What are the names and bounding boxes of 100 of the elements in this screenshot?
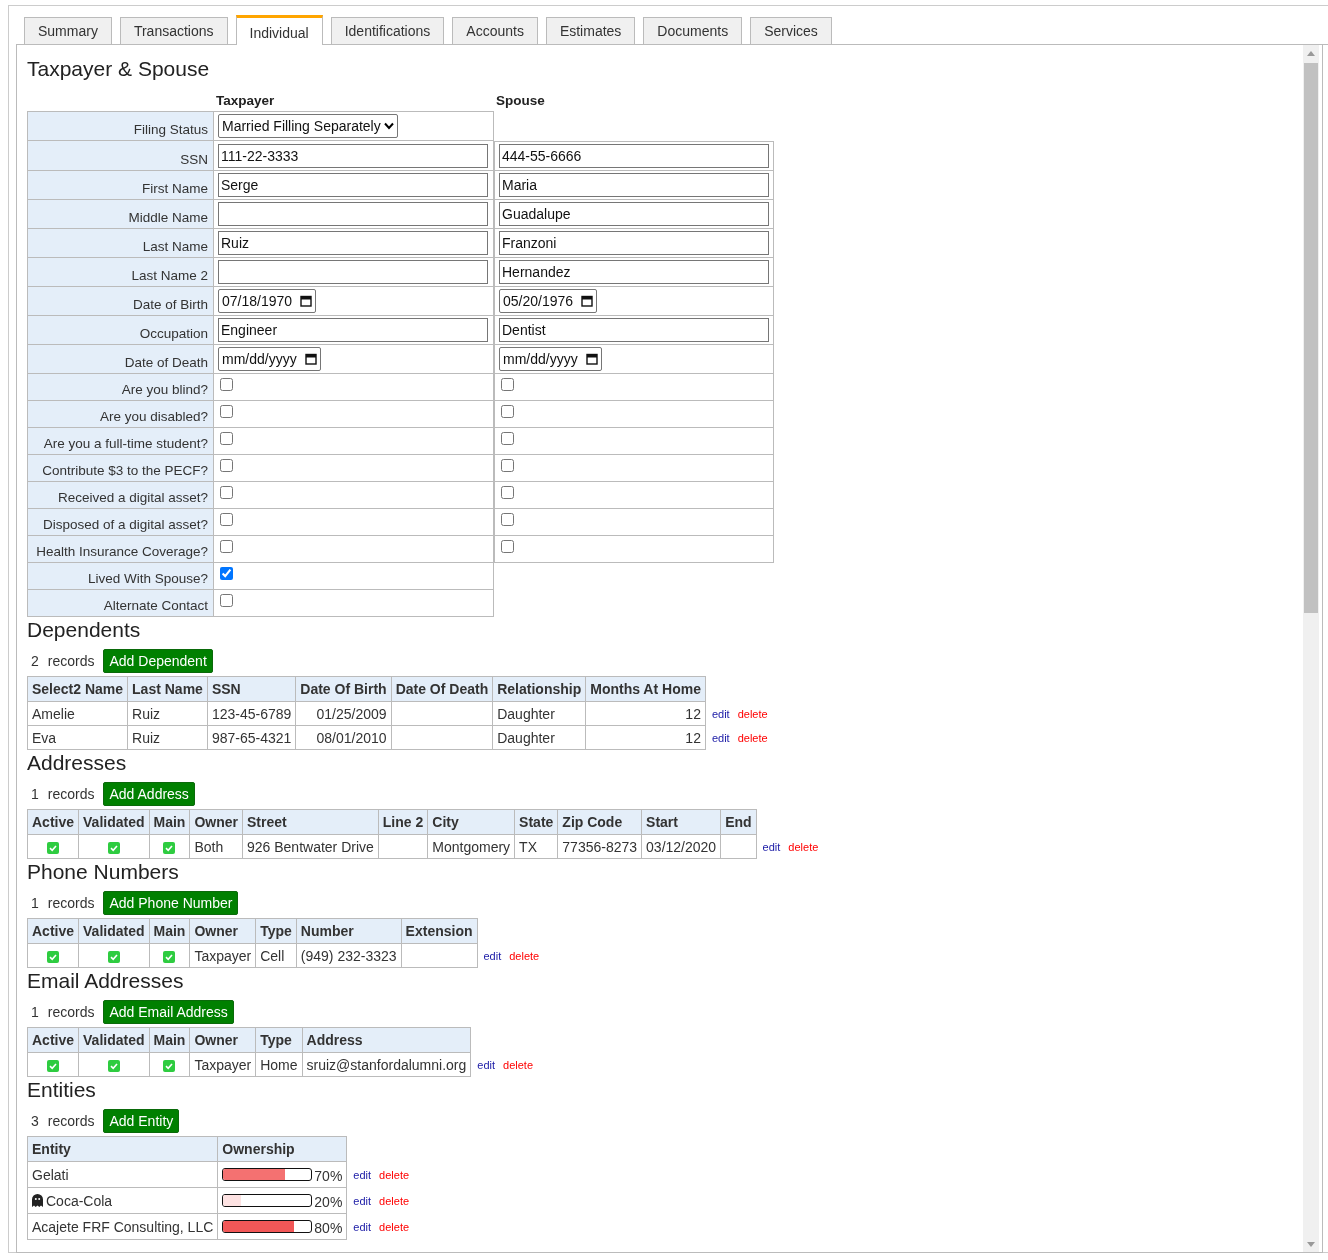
tab[interactable]: Services [750,17,832,44]
text-field[interactable]: Maria [499,173,769,197]
edit-link[interactable]: edit [711,732,730,744]
delete-link[interactable]: delete [509,950,540,962]
add-button[interactable]: Add Email Address [103,1000,234,1024]
text-field[interactable]: Franzoni [499,231,769,255]
tab[interactable]: Individual [235,15,323,45]
date-field[interactable]: 05/20/1976 [499,289,598,313]
field-label: Occupation [27,316,214,345]
tab[interactable]: Documents [643,17,743,44]
add-button[interactable]: Add Phone Number [103,891,239,915]
add-button[interactable]: Add Entity [103,1109,180,1133]
tab[interactable]: Estimates [545,17,636,44]
text-field[interactable]: Guadalupe [499,202,769,226]
edit-link[interactable]: edit [483,950,502,962]
calendar-icon[interactable] [585,353,598,365]
text-field[interactable] [218,260,488,284]
column-header: Type [255,1027,303,1053]
checkbox[interactable] [220,540,233,553]
text-field[interactable]: Ruiz [218,231,488,255]
table-cell: 12 [585,725,706,750]
text-field[interactable]: Dentist [499,318,769,342]
table-cell: Gelati [27,1161,218,1188]
column-header: Spouse [495,93,546,110]
column-header: Active [27,918,79,944]
checkbox[interactable] [501,486,514,499]
edit-link[interactable]: edit [762,841,781,853]
checkbox[interactable] [220,567,233,580]
edit-link[interactable]: edit [353,1221,372,1233]
column-header: Owner [189,809,243,835]
edit-link[interactable]: edit [353,1195,372,1207]
checkbox[interactable] [501,513,514,526]
checkbox[interactable] [220,486,233,499]
column-header: Select2 Name [27,676,128,702]
checkbox[interactable] [220,405,233,418]
edit-link[interactable]: edit [477,1059,496,1071]
text-field[interactable]: Engineer [218,318,488,342]
checkbox[interactable] [220,432,233,445]
delete-link[interactable]: delete [737,708,768,720]
scroll-up-icon[interactable] [1307,50,1315,56]
checkbox[interactable] [220,513,233,526]
tab[interactable]: Identifications [330,17,445,44]
text-field[interactable]: 111-22-3333 [218,143,488,168]
table-cell: Montgomery [427,834,515,859]
column-header: Last Name [127,676,208,702]
record-count: 1 [31,895,39,911]
tab[interactable]: Transactions [119,17,228,44]
delete-link[interactable]: delete [503,1059,534,1071]
dropdown[interactable]: Married Filling Separately [218,114,398,138]
checkbox[interactable] [220,594,233,607]
date-field[interactable]: mm/dd/yyyy [499,347,602,371]
field-label: Are you a full-time student? [27,428,214,455]
record-count: 2 [31,653,39,669]
text-field[interactable] [218,202,488,226]
table-cell: Home [255,1052,303,1077]
table-cell: Eva [27,725,128,750]
field-label: Health Insurance Coverage? [27,536,214,563]
checkbox[interactable] [501,540,514,553]
add-button[interactable]: Add Dependent [103,649,213,673]
delete-link[interactable]: delete [788,841,819,853]
scrollbar[interactable] [1303,45,1319,1252]
calendar-icon[interactable] [300,295,313,307]
edit-link[interactable]: edit [353,1169,372,1181]
table-cell: Ruiz [127,701,208,726]
column-header: Entity [27,1136,218,1162]
section-title: Taxpayer & Spouse [27,57,211,81]
delete-link[interactable]: delete [379,1195,410,1207]
calendar-icon[interactable] [581,295,594,307]
tab[interactable]: Summary [24,17,112,44]
text-field[interactable]: Hernandez [499,260,769,284]
checkbox[interactable] [501,459,514,472]
table-cell: Amelie [27,701,128,726]
checkbox[interactable] [220,378,233,391]
section-title: Entities [27,1077,97,1103]
column-header: Owner [189,918,256,944]
text-field[interactable]: Serge [218,173,488,197]
table-cell: Ruiz [127,725,208,750]
delete-link[interactable]: delete [737,732,768,744]
record-count: 1 [31,786,39,802]
add-button[interactable]: Add Address [103,782,195,806]
delete-link[interactable]: delete [379,1169,410,1181]
field-label: SSN [27,141,214,171]
checkbox[interactable] [220,459,233,472]
calendar-icon[interactable] [304,353,317,365]
checkbox[interactable] [501,378,514,391]
table-cell: sruiz@stanfordalumni.org [302,1052,471,1077]
field-label: Middle Name [27,200,214,229]
column-header: End [720,809,757,835]
date-field[interactable]: 07/18/1970 [218,289,317,313]
scroll-down-icon[interactable] [1307,1241,1315,1247]
delete-link[interactable]: delete [379,1221,410,1233]
table-cell: 12 [585,701,706,726]
date-field[interactable]: mm/dd/yyyy [218,347,321,371]
table-cell: 77356-8273 [557,834,642,859]
column-header: Main [149,1027,190,1053]
tab[interactable]: Accounts [452,17,538,44]
checkbox[interactable] [501,432,514,445]
text-field[interactable]: 444-55-6666 [499,144,769,168]
edit-link[interactable]: edit [711,708,730,720]
checkbox[interactable] [501,405,514,418]
